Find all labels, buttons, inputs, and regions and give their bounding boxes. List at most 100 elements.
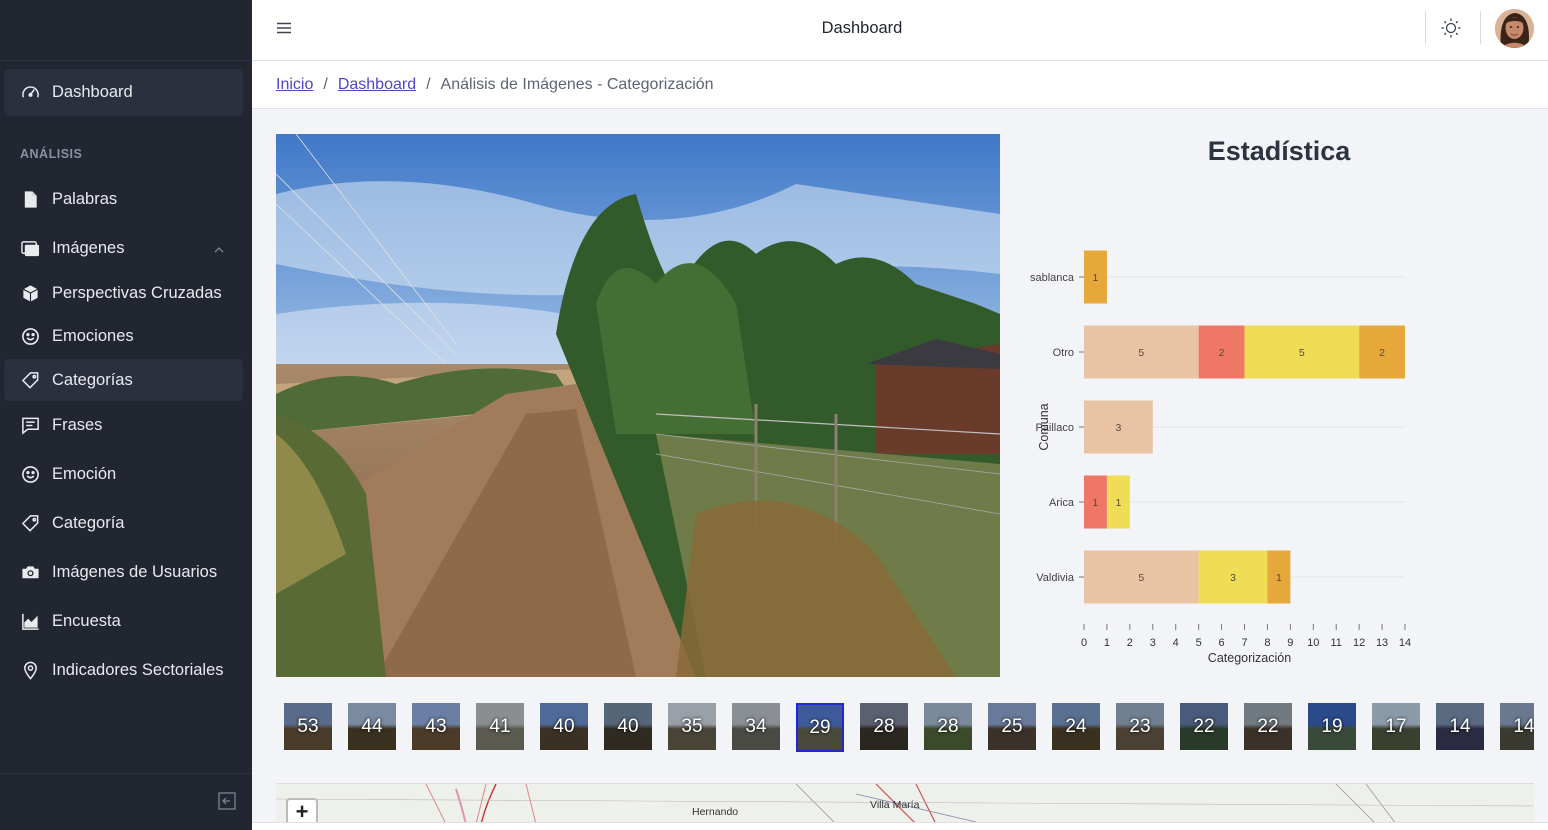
area-chart-icon bbox=[20, 612, 40, 632]
thumbnail-item[interactable]: 24 bbox=[1052, 703, 1100, 750]
main-photo bbox=[276, 134, 1000, 677]
breadcrumb-current: Análisis de Imágenes - Categorización bbox=[440, 76, 714, 93]
sidebar-item-dashboard[interactable]: Dashboard bbox=[4, 69, 243, 116]
x-tick-label: 13 bbox=[1376, 637, 1388, 649]
thumbnail-item[interactable]: 53 bbox=[284, 703, 332, 750]
thumbnail-item[interactable]: 28 bbox=[924, 703, 972, 750]
theme-sun-icon[interactable] bbox=[1440, 17, 1462, 39]
thumbnail-item[interactable]: 40 bbox=[540, 703, 588, 750]
thumbnail-item[interactable]: 40 bbox=[604, 703, 652, 750]
thumbnail-item[interactable]: 41 bbox=[476, 703, 524, 750]
sidebar-item-label: Indicadores Sectoriales bbox=[52, 661, 224, 679]
sidebar-item-label: Categoría bbox=[52, 514, 125, 532]
sidebar-section-title: ANÁLISIS bbox=[20, 147, 83, 161]
breadcrumb: Inicio / Dashboard / Análisis de Imágene… bbox=[276, 76, 714, 94]
sidebar-item-encuesta[interactable]: Encuesta bbox=[4, 598, 243, 645]
sidebar-item-label: Perspectivas Cruzadas bbox=[52, 284, 222, 302]
sidebar-item-emociones[interactable]: Emociones bbox=[4, 313, 243, 360]
camera-icon bbox=[20, 563, 40, 583]
chevron-up-icon bbox=[213, 242, 225, 261]
thumbnail-item[interactable]: 35 bbox=[668, 703, 716, 750]
bar-data-label: 2 bbox=[1219, 347, 1225, 359]
thumbnail-item[interactable]: 34 bbox=[732, 703, 780, 750]
footer-band bbox=[252, 822, 1548, 830]
bar-data-label: 1 bbox=[1093, 497, 1099, 509]
sidebar-item-label: Categorías bbox=[52, 370, 133, 389]
breadcrumb-separator: / bbox=[323, 76, 328, 93]
sidebar-item-imagenes-de-usuarios[interactable]: Imágenes de Usuarios bbox=[4, 549, 243, 596]
x-tick-label: 14 bbox=[1399, 637, 1411, 649]
bar-chart-svg: sablanca 1Otro 5 2 5 2Paillaco 3Arica 1 1Valdivi… bbox=[1030, 250, 1411, 665]
x-tick-label: 8 bbox=[1264, 637, 1270, 649]
thumbnail-item[interactable]: 23 bbox=[1116, 703, 1164, 750]
sidebar-item-label: Frases bbox=[52, 416, 103, 434]
sidebar-item-emocion[interactable]: Emoción bbox=[4, 451, 243, 498]
sidebar-collapse-icon[interactable] bbox=[218, 792, 236, 810]
sidebar-item-label: Palabras bbox=[52, 190, 118, 208]
top-header: Dashboard bbox=[252, 0, 1548, 61]
thumbnail-item[interactable]: 43 bbox=[412, 703, 460, 750]
thumbnail-item[interactable]: 29 bbox=[796, 703, 844, 752]
thumbnail-item[interactable]: 25 bbox=[988, 703, 1036, 750]
sidebar-item-categoria[interactable]: Categoría bbox=[4, 500, 243, 547]
sidebar-brand bbox=[0, 0, 252, 61]
bar-data-label: 1 bbox=[1276, 572, 1282, 584]
thumbnail-item[interactable]: 14 bbox=[1436, 703, 1484, 750]
header-divider bbox=[1480, 11, 1481, 44]
images-icon bbox=[20, 239, 40, 259]
x-tick-label: 5 bbox=[1196, 637, 1202, 649]
sidebar-item-categorias[interactable]: Categorías bbox=[4, 359, 243, 401]
thumbnail-item[interactable]: 22 bbox=[1244, 703, 1292, 750]
x-tick-label: 1 bbox=[1104, 637, 1110, 649]
speedometer-icon bbox=[20, 83, 40, 103]
avatar[interactable] bbox=[1495, 9, 1534, 48]
map-pin-icon bbox=[20, 661, 40, 681]
x-tick-label: 2 bbox=[1127, 637, 1133, 649]
chat-icon bbox=[20, 416, 40, 436]
thumbnail-item[interactable]: 28 bbox=[860, 703, 908, 750]
sidebar-item-label: Emoción bbox=[52, 465, 117, 483]
bar-data-label: 3 bbox=[1115, 422, 1121, 434]
x-tick-label: 10 bbox=[1307, 637, 1319, 649]
x-tick-label: 11 bbox=[1331, 637, 1342, 649]
thumbnail-strip: 53 44 43 41 40 40 35 34 29 28 28 25 24 23 22 22 19 17 14 14 bbox=[276, 700, 1534, 756]
thumbnail-item[interactable]: 17 bbox=[1372, 703, 1420, 750]
bar-data-label: 3 bbox=[1230, 572, 1236, 584]
x-tick-label: 12 bbox=[1353, 637, 1365, 649]
breadcrumb-home-link[interactable]: Inicio bbox=[276, 76, 313, 94]
bar-data-label: 5 bbox=[1299, 347, 1305, 359]
sidebar-item-perspectivas-cruzadas[interactable]: Perspectivas Cruzadas bbox=[4, 270, 243, 317]
y-tick-label: Arica bbox=[1049, 497, 1075, 509]
bar-data-label: 2 bbox=[1379, 347, 1385, 359]
y-axis-label: Comuna bbox=[1037, 403, 1051, 450]
x-tick-label: 3 bbox=[1150, 637, 1156, 649]
thumbnail-item[interactable]: 44 bbox=[348, 703, 396, 750]
x-tick-label: 0 bbox=[1081, 637, 1087, 649]
statistics-chart: Estadística sablanca 1 Otro 5 2 5 2 Paillaco 3 Ar… bbox=[1010, 124, 1540, 684]
sidebar-item-palabras[interactable]: Palabras bbox=[4, 176, 243, 223]
x-tick-label: 6 bbox=[1219, 637, 1225, 649]
thumbnail-item[interactable]: 22 bbox=[1180, 703, 1228, 750]
x-axis-label: Categorización bbox=[1208, 651, 1291, 665]
sidebar-item-indicadores-sectoriales[interactable]: Indicadores Sectoriales bbox=[4, 647, 243, 694]
x-tick-label: 7 bbox=[1241, 637, 1247, 649]
map[interactable]: + Hernando Villa María bbox=[276, 783, 1534, 823]
sidebar: Dashboard ANÁLISIS Palabras Imágenes Per… bbox=[0, 0, 252, 830]
sidebar-item-imagenes[interactable]: Imágenes bbox=[4, 225, 243, 272]
sidebar-item-label: Emociones bbox=[52, 327, 134, 345]
bar-data-label: 5 bbox=[1138, 572, 1144, 584]
map-zoom-in-button[interactable]: + bbox=[286, 798, 318, 823]
thumbnail-item[interactable]: 19 bbox=[1308, 703, 1356, 750]
smile-icon bbox=[20, 465, 40, 485]
bar-data-label: 5 bbox=[1138, 347, 1144, 359]
header-title: Dashboard bbox=[821, 19, 903, 37]
breadcrumb-dashboard-link[interactable]: Dashboard bbox=[338, 76, 416, 94]
tag-icon bbox=[20, 370, 40, 390]
sidebar-item-frases[interactable]: Frases bbox=[4, 402, 243, 449]
sidebar-item-label: Imágenes bbox=[52, 239, 125, 257]
thumbnail-item[interactable]: 14 bbox=[1500, 703, 1534, 750]
x-tick-label: 9 bbox=[1287, 637, 1293, 649]
sidebar-item-label: Dashboard bbox=[52, 83, 133, 101]
x-tick-label: 4 bbox=[1173, 637, 1179, 649]
document-icon bbox=[20, 190, 40, 210]
